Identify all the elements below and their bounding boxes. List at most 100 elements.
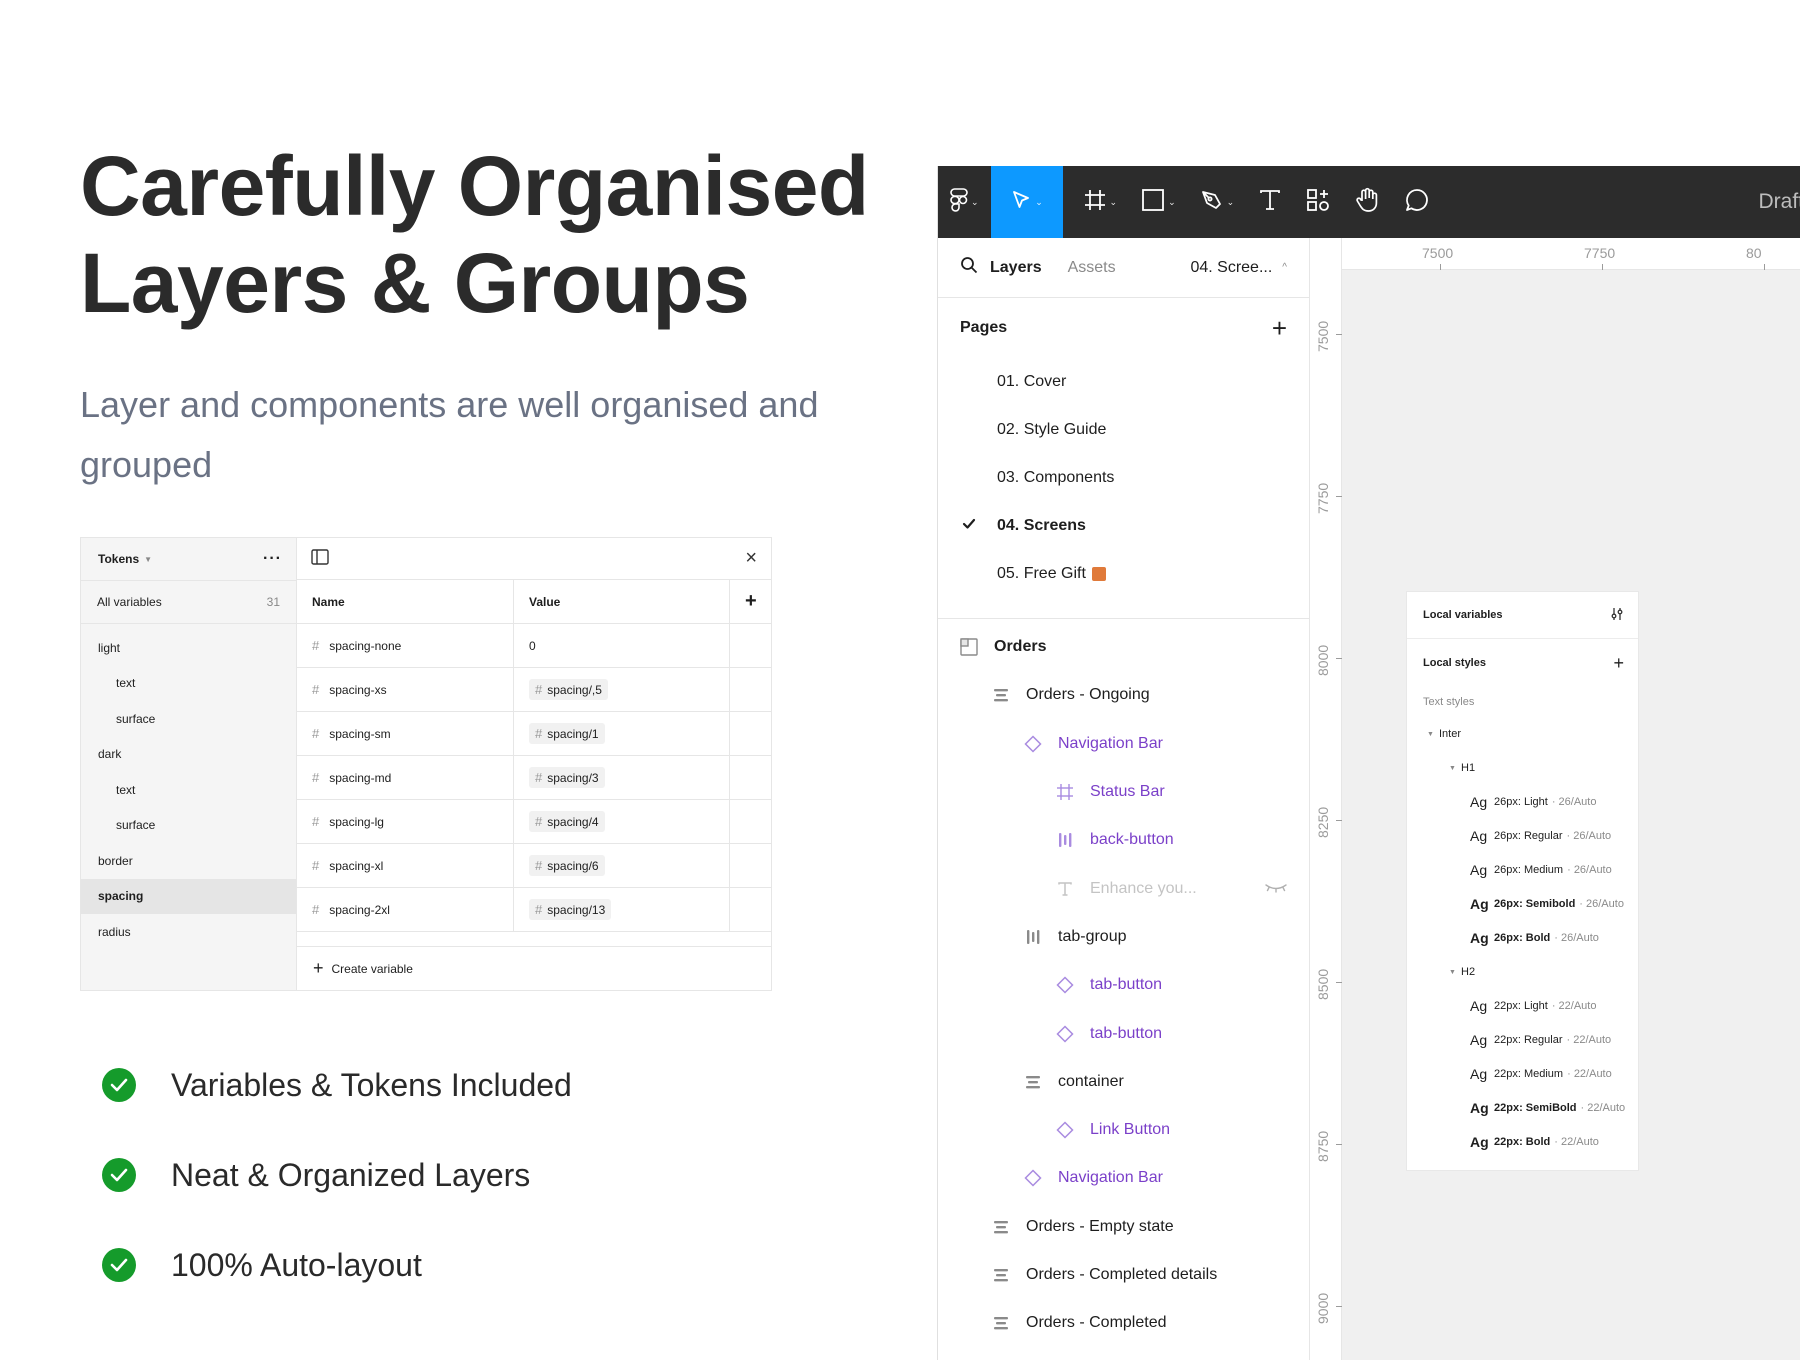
current-page-selector[interactable]: 04. Scree... bbox=[1190, 259, 1272, 277]
variable-alias-chip[interactable]: # spacing/,5 bbox=[529, 679, 608, 700]
table-row[interactable]: # spacing-lg # spacing/4 bbox=[297, 800, 771, 844]
variable-group-spacing[interactable]: spacing bbox=[81, 878, 296, 914]
page-item[interactable]: 04. Screens bbox=[938, 502, 1309, 550]
number-type-icon: # bbox=[312, 814, 320, 829]
variable-alias-chip[interactable]: # spacing/13 bbox=[529, 899, 612, 920]
text-style-item[interactable]: Ag 26px: Light · 26/Auto bbox=[1407, 785, 1638, 819]
layer-row[interactable]: Navigation Bar bbox=[938, 720, 1309, 768]
table-row[interactable]: # spacing-md # spacing/3 bbox=[297, 756, 771, 800]
add-style-icon[interactable]: + bbox=[1613, 653, 1624, 674]
page-item[interactable]: 01. Cover bbox=[938, 358, 1309, 406]
text-tool-button[interactable] bbox=[1246, 166, 1294, 238]
chevron-up-icon[interactable]: ^ bbox=[1282, 262, 1287, 273]
tab-assets[interactable]: Assets bbox=[1068, 259, 1116, 277]
text-style-item[interactable]: Ag 26px: Bold · 26/Auto bbox=[1407, 921, 1638, 955]
layer-row[interactable]: Orders - Completed details bbox=[938, 1251, 1309, 1299]
variable-alias-chip[interactable]: # spacing/1 bbox=[529, 723, 605, 744]
text-style-item[interactable]: Ag 22px: Medium · 22/Auto bbox=[1407, 1057, 1638, 1091]
variable-value-cell[interactable]: 0 bbox=[514, 624, 730, 667]
create-variable-button[interactable]: + Create variable bbox=[297, 946, 771, 990]
variable-name-cell[interactable]: # spacing-2xl bbox=[297, 888, 514, 931]
layer-row[interactable]: Navigation Bar bbox=[938, 1154, 1309, 1202]
comment-tool-button[interactable] bbox=[1392, 166, 1442, 238]
variable-name-cell[interactable]: # spacing-xs bbox=[297, 668, 514, 711]
table-row[interactable]: # spacing-sm # spacing/1 bbox=[297, 712, 771, 756]
text-style-item[interactable]: Ag 26px: Medium · 26/Auto bbox=[1407, 853, 1638, 887]
variable-group-dark[interactable]: dark bbox=[81, 737, 296, 773]
variable-group-text[interactable]: text bbox=[81, 666, 296, 702]
frame-tool-button[interactable]: ⌄ bbox=[1071, 166, 1130, 238]
text-style-item[interactable]: Ag 22px: SemiBold · 22/Auto bbox=[1407, 1091, 1638, 1125]
add-column-icon[interactable]: + bbox=[730, 580, 772, 623]
variable-name-cell[interactable]: # spacing-md bbox=[297, 756, 514, 799]
variable-name-cell[interactable]: # spacing-xl bbox=[297, 844, 514, 887]
plus-icon: + bbox=[313, 958, 324, 978]
variable-alias-chip[interactable]: # spacing/3 bbox=[529, 767, 605, 788]
text-style-item[interactable]: Ag 22px: Bold · 22/Auto bbox=[1407, 1125, 1638, 1159]
eye-closed-icon[interactable] bbox=[1265, 880, 1287, 898]
variable-name-cell[interactable]: # spacing-lg bbox=[297, 800, 514, 843]
close-icon[interactable]: × bbox=[745, 547, 757, 570]
layer-row[interactable]: tab-button bbox=[938, 961, 1309, 1009]
layer-row[interactable]: tab-group bbox=[938, 913, 1309, 961]
table-row[interactable]: # spacing-2xl # spacing/13 bbox=[297, 888, 771, 932]
variable-group-text[interactable]: text bbox=[81, 772, 296, 808]
font-group-row[interactable]: ▼ Inter bbox=[1407, 717, 1638, 751]
collection-selector[interactable]: Tokens ▼ ··· bbox=[81, 538, 296, 580]
layer-row[interactable]: Orders - Ongoing bbox=[938, 671, 1309, 719]
variables-settings-icon[interactable] bbox=[1610, 607, 1624, 624]
variable-group-surface[interactable]: surface bbox=[81, 701, 296, 737]
add-page-icon[interactable]: + bbox=[1272, 313, 1287, 344]
variable-alias-chip[interactable]: # spacing/6 bbox=[529, 855, 605, 876]
layer-row[interactable]: Orders bbox=[938, 623, 1309, 671]
variable-group-light[interactable]: light bbox=[81, 630, 296, 666]
variable-group-surface[interactable]: surface bbox=[81, 808, 296, 844]
layer-row[interactable]: Link Button bbox=[938, 1106, 1309, 1154]
layer-row[interactable]: back-button bbox=[938, 816, 1309, 864]
layer-row[interactable]: tab-button bbox=[938, 1009, 1309, 1057]
figma-menu-button[interactable]: ⌄ bbox=[938, 166, 991, 238]
variable-group-radius[interactable]: radius bbox=[81, 914, 296, 950]
variable-alias-chip[interactable]: # spacing/4 bbox=[529, 811, 605, 832]
variable-value-cell[interactable]: # spacing/3 bbox=[514, 756, 730, 799]
text-style-item[interactable]: Ag 26px: Semibold · 26/Auto bbox=[1407, 887, 1638, 921]
variable-value-cell[interactable]: # spacing/4 bbox=[514, 800, 730, 843]
canvas[interactable]: 7500 7750 80 7500 7750 8000 8250 8500 8750 9000 … bbox=[1310, 238, 1800, 1360]
more-options-icon[interactable]: ··· bbox=[263, 550, 282, 568]
sidebar-toggle-icon[interactable] bbox=[311, 549, 329, 568]
variable-name-cell[interactable]: # spacing-none bbox=[297, 624, 514, 667]
layer-row[interactable]: container bbox=[938, 1058, 1309, 1106]
variable-value-cell[interactable]: # spacing/6 bbox=[514, 844, 730, 887]
all-variables-item[interactable]: All variables 31 bbox=[81, 580, 296, 624]
variable-name-cell[interactable]: # spacing-sm bbox=[297, 712, 514, 755]
resources-tool-button[interactable] bbox=[1294, 166, 1342, 238]
layer-row[interactable]: Orders - Empty state bbox=[938, 1203, 1309, 1251]
hand-tool-button[interactable] bbox=[1342, 166, 1392, 238]
text-style-item[interactable]: Ag 26px: Regular · 26/Auto bbox=[1407, 819, 1638, 853]
search-icon[interactable] bbox=[960, 256, 978, 279]
tab-layers[interactable]: Layers bbox=[990, 259, 1042, 277]
text-style-item[interactable]: Ag 22px: Light · 22/Auto bbox=[1407, 989, 1638, 1023]
local-variables-row[interactable]: Local variables bbox=[1407, 592, 1638, 639]
variable-value-cell[interactable]: # spacing/,5 bbox=[514, 668, 730, 711]
pen-tool-button[interactable]: ⌄ bbox=[1188, 166, 1247, 238]
variable-group-border[interactable]: border bbox=[81, 843, 296, 879]
layer-row[interactable]: Status Bar bbox=[938, 768, 1309, 816]
variable-value-cell[interactable]: # spacing/13 bbox=[514, 888, 730, 931]
layer-row[interactable]: Enhance you... bbox=[938, 864, 1309, 912]
text-style-item[interactable]: Ag 22px: Regular · 22/Auto bbox=[1407, 1023, 1638, 1057]
shape-tool-button[interactable]: ⌄ bbox=[1129, 166, 1188, 238]
table-row[interactable]: # spacing-none 0 bbox=[297, 624, 771, 668]
page-item[interactable]: 02. Style Guide bbox=[938, 406, 1309, 454]
page-item[interactable]: 05. Free Gift bbox=[938, 550, 1309, 598]
page-item[interactable]: 03. Components bbox=[938, 454, 1309, 502]
layer-row[interactable]: Orders - Completed bbox=[938, 1299, 1309, 1347]
variable-value-cell[interactable]: # spacing/1 bbox=[514, 712, 730, 755]
move-tool-button[interactable]: ⌄ bbox=[990, 166, 1063, 238]
style-group-row[interactable]: ▼ H1 bbox=[1407, 751, 1638, 785]
table-row[interactable]: # spacing-xl # spacing/6 bbox=[297, 844, 771, 888]
table-row[interactable]: # spacing-xs # spacing/,5 bbox=[297, 668, 771, 712]
style-group-row[interactable]: ▼ H2 bbox=[1407, 955, 1638, 989]
table-column-headers: Name Value + bbox=[297, 580, 771, 624]
layer-label: Orders - Completed bbox=[1026, 1314, 1167, 1332]
